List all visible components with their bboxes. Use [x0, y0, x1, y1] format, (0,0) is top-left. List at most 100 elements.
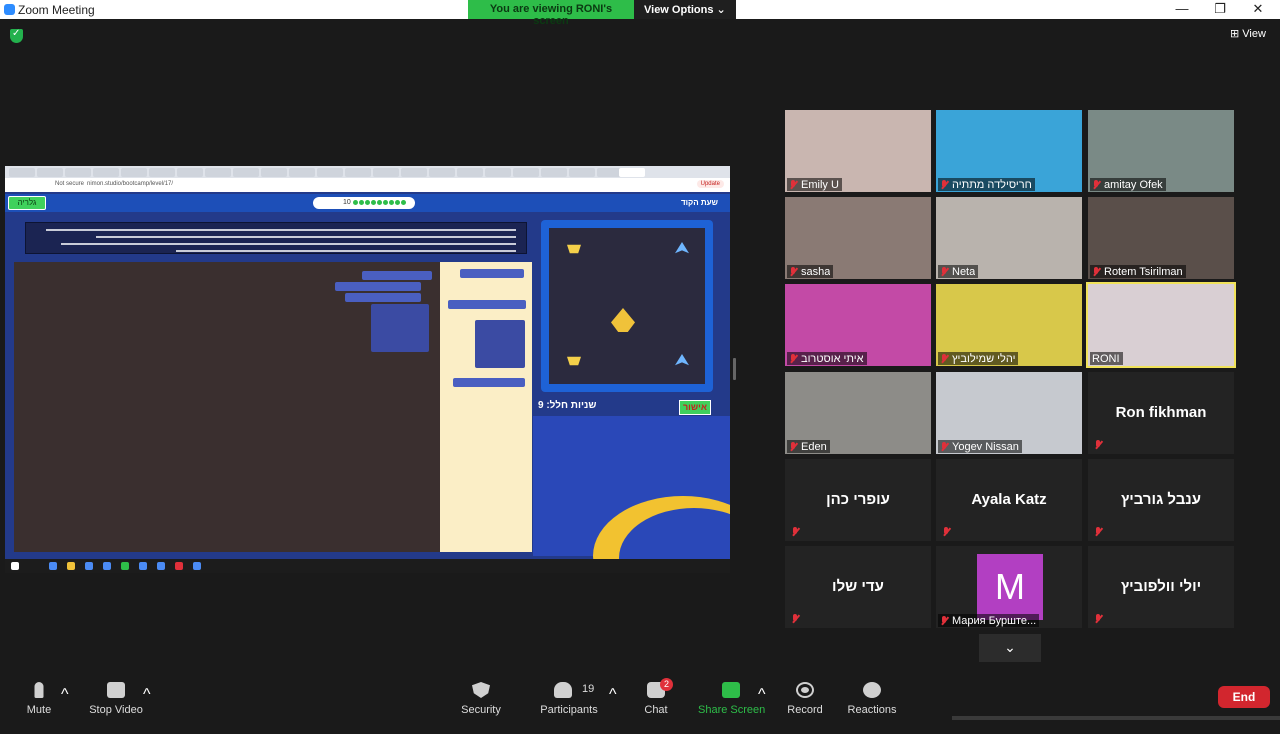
browser-tab[interactable] [205, 168, 231, 177]
mute-button[interactable]: Mute [14, 672, 64, 720]
browser-tab[interactable] [65, 168, 91, 177]
progress-dots [353, 200, 406, 205]
confirm-button[interactable]: אישור [679, 400, 711, 415]
participant-name: עדי שלו [832, 578, 884, 595]
participant-tile[interactable]: עדי שלו [785, 546, 931, 628]
code-block[interactable] [335, 282, 421, 291]
browser-tab-active[interactable] [619, 168, 645, 177]
taskbar-app-icon[interactable] [121, 562, 129, 570]
player-ship-icon [611, 308, 635, 332]
gallery-next-page-button[interactable]: ⌄ [979, 634, 1041, 662]
browser-tab[interactable] [345, 168, 371, 177]
participant-name: Мария Бурште... [952, 614, 1037, 627]
space-seconds-label: שניות חלל: 9 [538, 400, 597, 411]
browser-tab[interactable] [121, 168, 147, 177]
start-icon[interactable] [11, 562, 19, 570]
taskbar-app-icon[interactable] [193, 562, 201, 570]
participant-tile[interactable]: Ayala Katz [936, 459, 1082, 541]
browser-tab[interactable] [93, 168, 119, 177]
participants-options-caret[interactable]: ^ [609, 686, 617, 734]
taskbar-app-icon[interactable] [85, 562, 93, 570]
mic-muted-icon [940, 441, 948, 452]
level-number: 10 [343, 199, 351, 206]
audio-options-caret[interactable]: ^ [61, 686, 69, 734]
browser-tab[interactable] [317, 168, 343, 177]
taskbar-app-icon[interactable] [67, 562, 75, 570]
browser-tab[interactable] [569, 168, 595, 177]
toolbox-block[interactable] [453, 378, 525, 387]
participant-tile[interactable]: יולי וולפוביץ [1088, 546, 1234, 628]
browser-tab[interactable] [233, 168, 259, 177]
security-button[interactable]: Security [456, 672, 506, 720]
record-button[interactable]: Record [785, 672, 825, 720]
participant-tile[interactable]: Neta [936, 197, 1082, 279]
browser-tab[interactable] [37, 168, 63, 177]
taskbar-app-icon[interactable] [49, 562, 57, 570]
mic-muted-icon [1094, 527, 1102, 537]
encryption-shield-icon[interactable] [10, 28, 23, 43]
participant-tile[interactable]: Rotem Tsirilman [1088, 197, 1234, 279]
browser-tab[interactable] [429, 168, 455, 177]
gallery-button[interactable]: גלריה [8, 196, 46, 210]
participant-tile[interactable]: איתי אוסטרוב [785, 284, 931, 366]
participants-label: Participants [540, 704, 598, 716]
code-block[interactable] [362, 271, 432, 280]
minimize-button[interactable]: — [1162, 1, 1202, 18]
browser-tab[interactable] [289, 168, 315, 177]
taskbar-app-icon[interactable] [175, 562, 183, 570]
browser-tab[interactable] [261, 168, 287, 177]
participant-name: Ron fikhman [1115, 404, 1207, 421]
chat-button[interactable]: 2 Chat [636, 672, 676, 720]
code-block[interactable] [345, 293, 421, 302]
participant-tile[interactable]: amitay Ofek [1088, 110, 1234, 192]
toolbox-block[interactable] [448, 300, 526, 309]
toolbox-block[interactable] [460, 269, 524, 278]
taskbar-app-icon[interactable] [139, 562, 147, 570]
participant-tile[interactable]: M Мария Бурште... [936, 546, 1082, 628]
participant-tile[interactable]: Yogev Nissan [936, 372, 1082, 454]
maximize-button[interactable]: ❐ [1200, 1, 1240, 18]
taskbar-app-icon[interactable] [103, 562, 111, 570]
participant-tile-active-speaker[interactable]: RONI [1086, 282, 1236, 368]
browser-tab[interactable] [149, 168, 175, 177]
game-stage[interactable] [549, 228, 705, 384]
browser-tab[interactable] [177, 168, 203, 177]
video-options-caret[interactable]: ^ [143, 686, 151, 734]
participant-tile[interactable]: עופרי כהן [785, 459, 931, 541]
participant-tile[interactable]: יהלי שמילוביץ [936, 284, 1082, 366]
participant-tile[interactable]: ענבל גורביץ [1088, 459, 1234, 541]
view-options-button[interactable]: View Options ⌄ [634, 0, 736, 19]
reactions-button[interactable]: Reactions [846, 672, 898, 720]
code-block-loop[interactable] [371, 304, 429, 352]
mic-muted-icon [1092, 179, 1100, 190]
share-screen-button[interactable]: Share Screen [698, 672, 765, 720]
toolbox-block-loop[interactable] [475, 320, 525, 368]
browser-tab[interactable] [485, 168, 511, 177]
share-options-caret[interactable]: ^ [758, 686, 766, 734]
shield-icon [472, 682, 490, 698]
address-bar[interactable]: Not secure nimon.studio/bootcamp/level/1… [5, 178, 730, 192]
browser-update-button[interactable]: Update [696, 180, 724, 188]
participant-name: amitay Ofek [1104, 178, 1163, 191]
participant-tile[interactable]: Eden [785, 372, 931, 454]
view-button[interactable]: ⊞ View [1230, 27, 1266, 40]
browser-tab[interactable] [457, 168, 483, 177]
participant-tile[interactable]: חריסילדה מתתיה [936, 110, 1082, 192]
shared-screen[interactable]: Not secure nimon.studio/bootcamp/level/1… [5, 166, 730, 573]
participants-button[interactable]: 19 Participants [538, 672, 600, 720]
participant-tile[interactable]: sasha [785, 197, 931, 279]
browser-tab[interactable] [373, 168, 399, 177]
video-camera-icon [107, 682, 125, 698]
browser-tab[interactable] [513, 168, 539, 177]
stop-video-button[interactable]: Stop Video [86, 672, 146, 720]
browser-tab[interactable] [541, 168, 567, 177]
participant-tile[interactable]: Ron fikhman [1088, 372, 1234, 454]
url-text[interactable]: nimon.studio/bootcamp/level/17/ [87, 181, 173, 187]
close-button[interactable]: ✕ [1238, 1, 1278, 18]
split-handle[interactable] [733, 358, 736, 380]
browser-tab[interactable] [9, 168, 35, 177]
participant-tile[interactable]: Emily U [785, 110, 931, 192]
taskbar-app-icon[interactable] [157, 562, 165, 570]
browser-tab[interactable] [401, 168, 427, 177]
end-meeting-button[interactable]: End [1218, 686, 1270, 708]
